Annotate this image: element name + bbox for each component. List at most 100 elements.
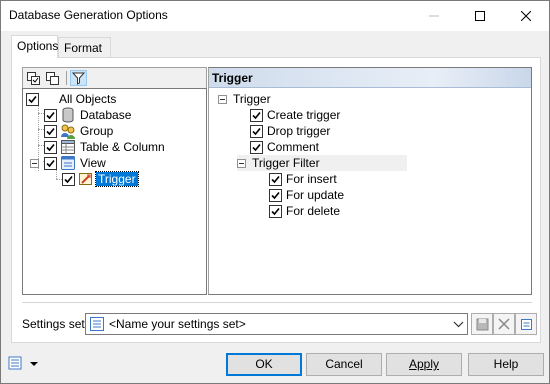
tree-item-view[interactable]: View xyxy=(30,155,106,171)
deselect-all-icon xyxy=(46,71,59,85)
option-for-insert[interactable]: For insert xyxy=(269,171,337,187)
tree-item-label: Trigger xyxy=(95,171,139,187)
option-for-update[interactable]: For update xyxy=(269,187,344,203)
toolbar-separator xyxy=(66,71,67,85)
group-checkbox[interactable] xyxy=(44,124,57,138)
table-column-checkbox[interactable] xyxy=(44,140,57,154)
checkmark-icon xyxy=(46,143,55,151)
properties-icon xyxy=(520,318,532,330)
tab-options-label: Options xyxy=(17,39,59,53)
collapse-icon[interactable] xyxy=(218,94,227,104)
option-label: For insert xyxy=(286,172,337,186)
close-button[interactable] xyxy=(503,1,549,31)
tree-item-label: View xyxy=(80,156,106,170)
option-label: For update xyxy=(286,188,345,202)
option-label: For delete xyxy=(286,204,341,218)
option-drop-trigger[interactable]: Drop trigger xyxy=(250,123,330,139)
tree-item-table-column[interactable]: Table & Column xyxy=(44,139,165,155)
tree-item-label: Group xyxy=(80,124,114,138)
tab-panel: All Objects Database Group Table & Colum… xyxy=(11,57,541,343)
checkmark-icon xyxy=(252,111,261,119)
tab-options[interactable]: Options xyxy=(11,35,58,58)
checkmark-icon xyxy=(46,159,55,167)
for-insert-checkbox[interactable] xyxy=(269,172,282,186)
tab-format[interactable]: Format xyxy=(58,37,111,57)
trigger-icon xyxy=(79,173,92,185)
select-all-button[interactable] xyxy=(25,70,42,86)
divider xyxy=(22,302,532,303)
checkmark-icon xyxy=(271,191,280,199)
tree-item-label: Database xyxy=(80,108,132,122)
options-header: Trigger xyxy=(209,68,531,88)
apply-button[interactable]: Apply xyxy=(386,353,462,376)
minimize-icon xyxy=(429,15,439,17)
tree-item-label: All Objects xyxy=(59,92,117,106)
option-label: Comment xyxy=(267,140,320,154)
collapse-icon[interactable] xyxy=(237,158,246,168)
options-header-title: Trigger xyxy=(212,71,253,85)
checkmark-icon xyxy=(252,143,261,151)
save-settings-button[interactable] xyxy=(471,313,493,335)
option-comment[interactable]: Comment xyxy=(250,139,319,155)
close-icon xyxy=(521,11,531,21)
minimize-button xyxy=(411,1,457,31)
view-icon xyxy=(61,156,75,170)
database-checkbox[interactable] xyxy=(44,108,57,122)
group-icon xyxy=(61,124,75,139)
title-bar: Database Generation Options xyxy=(1,1,549,31)
filter-button[interactable] xyxy=(70,70,87,86)
checkmark-icon xyxy=(28,95,37,103)
cancel-label: Cancel xyxy=(325,357,363,371)
view-checkbox[interactable] xyxy=(44,156,57,170)
ok-button[interactable]: OK xyxy=(226,353,302,376)
save-icon xyxy=(476,318,488,330)
apply-label: Apply xyxy=(408,357,440,371)
for-update-checkbox[interactable] xyxy=(269,188,282,202)
list-view-icon xyxy=(8,356,22,370)
checkmark-icon xyxy=(46,111,55,119)
option-label: Create trigger xyxy=(267,108,341,122)
edit-settings-button[interactable] xyxy=(515,313,537,335)
options-pane: Trigger Trigger Create trigger Drop trig… xyxy=(208,67,532,295)
create-trigger-checkbox[interactable] xyxy=(250,108,263,122)
comment-checkbox[interactable] xyxy=(250,140,263,154)
checkmark-icon xyxy=(252,127,261,135)
deselect-all-button[interactable] xyxy=(44,70,61,86)
trigger-checkbox[interactable] xyxy=(62,172,75,186)
drop-trigger-checkbox[interactable] xyxy=(250,124,263,138)
collapse-icon[interactable] xyxy=(30,158,39,168)
tree-item-trigger[interactable]: Trigger xyxy=(62,171,139,187)
filter-icon xyxy=(72,72,85,85)
cancel-button[interactable]: Cancel xyxy=(306,353,382,376)
group-trigger-filter[interactable]: Trigger Filter xyxy=(237,155,407,171)
object-tree-pane: All Objects Database Group Table & Colum… xyxy=(22,67,207,295)
group-trigger[interactable]: Trigger xyxy=(218,91,271,107)
help-label: Help xyxy=(493,357,519,371)
tree-item-label: Table & Column xyxy=(80,140,165,154)
checkmark-icon xyxy=(64,175,73,183)
checkmark-icon xyxy=(46,127,55,135)
maximize-icon xyxy=(475,11,485,21)
option-for-delete[interactable]: For delete xyxy=(269,203,340,219)
option-create-trigger[interactable]: Create trigger xyxy=(250,107,340,123)
settings-set-label: Settings set: xyxy=(22,317,89,331)
tree-item-database[interactable]: Database xyxy=(44,107,131,123)
for-delete-checkbox[interactable] xyxy=(269,204,282,218)
menu-button[interactable] xyxy=(7,354,43,374)
dialog-window: Database Generation Options Options Form… xyxy=(0,0,550,384)
ok-label: OK xyxy=(255,357,273,371)
dropdown-arrow-icon xyxy=(30,362,38,366)
chevron-down-icon xyxy=(453,321,464,328)
option-label: Drop trigger xyxy=(267,124,331,138)
help-button[interactable]: Help xyxy=(468,353,544,376)
tree-item-group[interactable]: Group xyxy=(44,123,113,139)
table-icon xyxy=(61,140,75,154)
all-objects-checkbox[interactable] xyxy=(26,92,39,106)
tree-toolbar xyxy=(22,67,207,88)
checkmark-icon xyxy=(271,175,280,183)
delete-settings-button[interactable] xyxy=(493,313,515,335)
select-all-icon xyxy=(27,71,40,85)
settings-set-combo[interactable]: <Name your settings set> xyxy=(85,313,468,335)
maximize-button[interactable] xyxy=(457,1,503,31)
tree-item-all-objects[interactable]: All Objects xyxy=(26,91,116,107)
